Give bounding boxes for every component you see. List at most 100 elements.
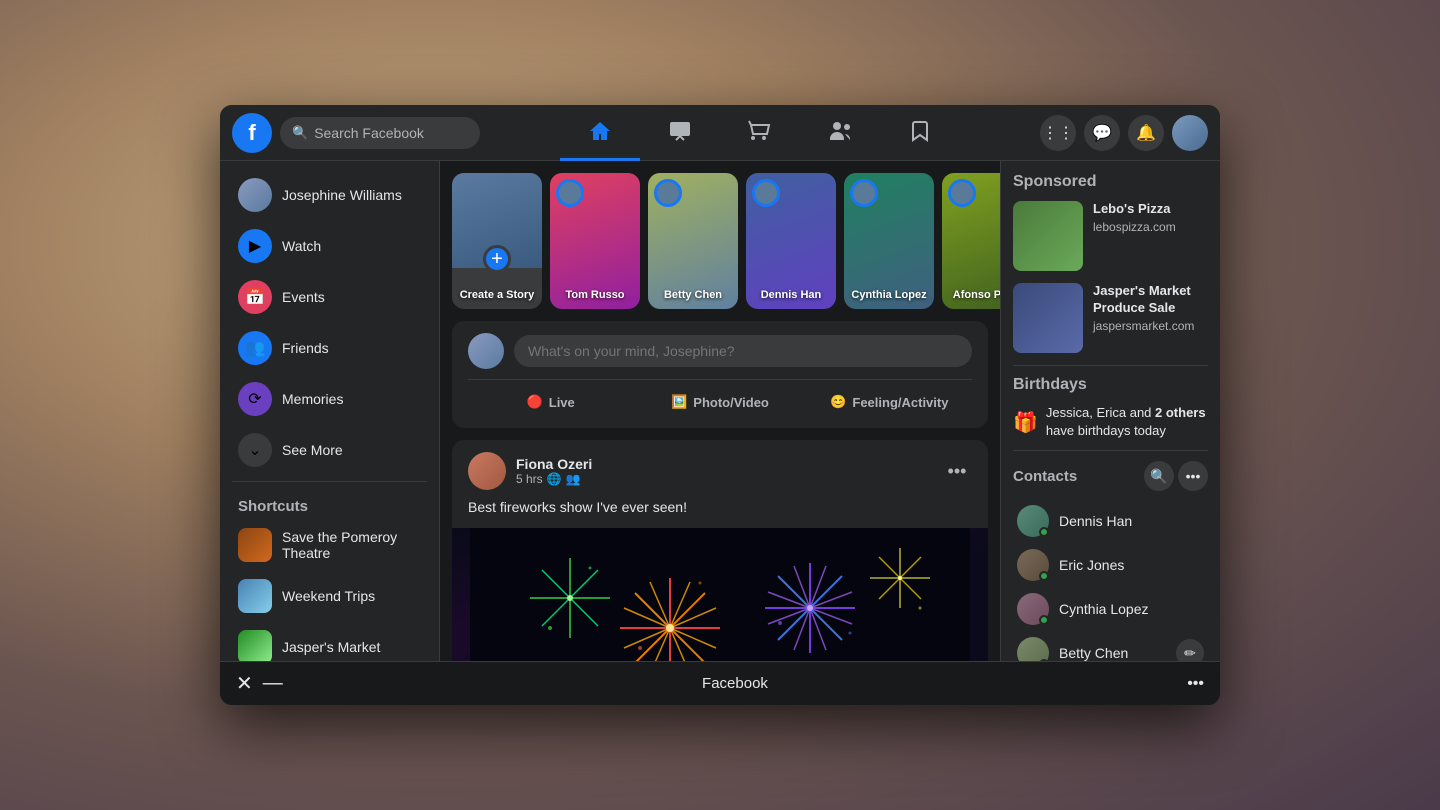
tab-home[interactable] xyxy=(560,105,640,161)
composer-photo-action[interactable]: 🖼️ Photo/Video xyxy=(637,388,802,416)
notifications-button[interactable]: 🔔 xyxy=(1128,115,1164,151)
ad-lebo-name: Lebo's Pizza xyxy=(1093,201,1208,218)
sidebar-username: Josephine Williams xyxy=(282,187,402,203)
story-afonso-name: Afonso Pinto xyxy=(946,289,1000,301)
composer-live-action[interactable]: 🔴 Live xyxy=(468,388,633,416)
feeling-icon: 😊 xyxy=(830,394,846,410)
contact-dennis[interactable]: Dennis Han xyxy=(1013,499,1208,543)
tab-watch[interactable] xyxy=(640,105,720,161)
post-time-value: 5 hrs xyxy=(516,472,543,486)
shortcut-theatre[interactable]: Save the Pomeroy Theatre xyxy=(226,520,433,570)
sponsored-title: Sponsored xyxy=(1013,173,1208,191)
contact-dennis-name: Dennis Han xyxy=(1059,513,1132,529)
window-minimize-button[interactable]: — xyxy=(263,672,283,695)
post-card-fiona: Fiona Ozeri 5 hrs 🌐 👥 ••• Best fireworks… xyxy=(452,440,988,661)
memories-icon: ⟳ xyxy=(238,382,272,416)
panel-divider-2 xyxy=(1013,450,1208,451)
post-more-button[interactable]: ••• xyxy=(942,456,972,486)
nav-tabs xyxy=(488,105,1032,161)
sidebar-item-events[interactable]: 📅 Events xyxy=(226,272,433,322)
messenger-button[interactable]: 💬 xyxy=(1084,115,1120,151)
shortcut-jaspers-img xyxy=(238,630,272,661)
post-image xyxy=(452,528,988,661)
ad-jasper[interactable]: Jasper's Market Produce Sale jaspersmark… xyxy=(1013,283,1208,353)
ad-lebo[interactable]: Lebo's Pizza lebospizza.com xyxy=(1013,201,1208,271)
tab-marketplace[interactable] xyxy=(720,105,800,161)
panel-divider-1 xyxy=(1013,365,1208,366)
feed: + Create a Story Tom Russo Betty Chen De… xyxy=(440,161,1000,661)
new-message-button[interactable]: ✏ xyxy=(1176,639,1204,661)
ad-lebo-img xyxy=(1013,201,1083,271)
search-box[interactable]: 🔍 Search Facebook xyxy=(280,117,480,149)
composer-top xyxy=(468,333,972,369)
sidebar-item-watch[interactable]: ▶ Watch xyxy=(226,221,433,271)
post-friends-icon: 👥 xyxy=(566,472,581,486)
contact-eric-avatar xyxy=(1017,549,1049,581)
sidebar-divider xyxy=(232,481,427,482)
contact-eric[interactable]: Eric Jones xyxy=(1013,543,1208,587)
contact-betty[interactable]: Betty Chen ✏ xyxy=(1013,631,1208,661)
story-tom[interactable]: Tom Russo xyxy=(550,173,640,309)
contact-cynthia-online xyxy=(1039,615,1049,625)
story-afonso[interactable]: Afonso Pinto xyxy=(942,173,1000,309)
story-betty[interactable]: Betty Chen xyxy=(648,173,738,309)
story-tom-avatar xyxy=(556,179,584,207)
post-header: Fiona Ozeri 5 hrs 🌐 👥 ••• xyxy=(452,440,988,498)
facebook-window: f 🔍 Search Facebook xyxy=(220,105,1220,705)
sidebar-see-more-label: See More xyxy=(282,442,343,458)
shortcut-theatre-label: Save the Pomeroy Theatre xyxy=(282,529,421,561)
feeling-label: Feeling/Activity xyxy=(852,395,948,410)
watch-icon: ▶ xyxy=(238,229,272,263)
live-icon: 🔴 xyxy=(527,394,543,410)
sidebar: Josephine Williams ▶ Watch 📅 Events 👥 Fr… xyxy=(220,161,440,661)
composer-avatar xyxy=(468,333,504,369)
contact-cynthia-avatar xyxy=(1017,593,1049,625)
sidebar-item-memories[interactable]: ⟳ Memories xyxy=(226,374,433,424)
composer-input[interactable] xyxy=(514,335,972,367)
contacts-search-button[interactable]: 🔍 xyxy=(1144,461,1174,491)
birthday-icon: 🎁 xyxy=(1013,410,1038,435)
right-panel: Sponsored Lebo's Pizza lebospizza.com Ja… xyxy=(1000,161,1220,661)
contact-eric-online xyxy=(1039,571,1049,581)
contact-eric-name: Eric Jones xyxy=(1059,557,1124,573)
create-story-plus-icon: + xyxy=(483,245,511,273)
contact-betty-name: Betty Chen xyxy=(1059,645,1128,661)
shortcut-weekend[interactable]: Weekend Trips xyxy=(226,571,433,621)
contact-betty-online xyxy=(1039,659,1049,661)
story-dennis-avatar xyxy=(752,179,780,207)
contacts-actions: 🔍 ••• xyxy=(1144,461,1208,491)
window-close-button[interactable]: ✕ xyxy=(236,671,253,696)
ad-jasper-name: Jasper's Market Produce Sale xyxy=(1093,283,1208,317)
story-cynthia-name: Cynthia Lopez xyxy=(848,289,930,301)
create-story-card[interactable]: + Create a Story xyxy=(452,173,542,309)
sidebar-item-user[interactable]: Josephine Williams xyxy=(226,170,433,220)
contact-dennis-avatar xyxy=(1017,505,1049,537)
composer-feeling-action[interactable]: 😊 Feeling/Activity xyxy=(807,388,972,416)
tab-saved[interactable] xyxy=(880,105,960,161)
post-globe-icon: 🌐 xyxy=(547,472,562,486)
apps-button[interactable]: ⋮⋮ xyxy=(1040,115,1076,151)
birthday-bold: 2 others xyxy=(1155,405,1206,420)
user-avatar-nav[interactable] xyxy=(1172,115,1208,151)
shortcut-weekend-label: Weekend Trips xyxy=(282,588,375,604)
story-dennis[interactable]: Dennis Han xyxy=(746,173,836,309)
post-text: Best fireworks show I've ever seen! xyxy=(452,498,988,528)
sidebar-item-see-more[interactable]: ⌄ See More xyxy=(226,425,433,475)
story-cynthia[interactable]: Cynthia Lopez xyxy=(844,173,934,309)
ad-lebo-url: lebospizza.com xyxy=(1093,220,1208,234)
tab-groups[interactable] xyxy=(800,105,880,161)
shortcut-theatre-img xyxy=(238,528,272,562)
bottom-more-button[interactable]: ••• xyxy=(1187,675,1204,693)
contact-cynthia[interactable]: Cynthia Lopez xyxy=(1013,587,1208,631)
contact-betty-avatar xyxy=(1017,637,1049,661)
facebook-logo[interactable]: f xyxy=(232,113,272,153)
contacts-more-button[interactable]: ••• xyxy=(1178,461,1208,491)
birthday-text-1: Jessica, Erica and xyxy=(1046,405,1155,420)
stories-row: + Create a Story Tom Russo Betty Chen De… xyxy=(452,173,988,309)
shortcut-jaspers[interactable]: Jasper's Market xyxy=(226,622,433,661)
story-betty-avatar xyxy=(654,179,682,207)
sidebar-item-friends[interactable]: 👥 Friends xyxy=(226,323,433,373)
sidebar-memories-label: Memories xyxy=(282,391,343,407)
bottom-bar: ✕ — Facebook ••• xyxy=(220,661,1220,705)
see-more-icon: ⌄ xyxy=(238,433,272,467)
